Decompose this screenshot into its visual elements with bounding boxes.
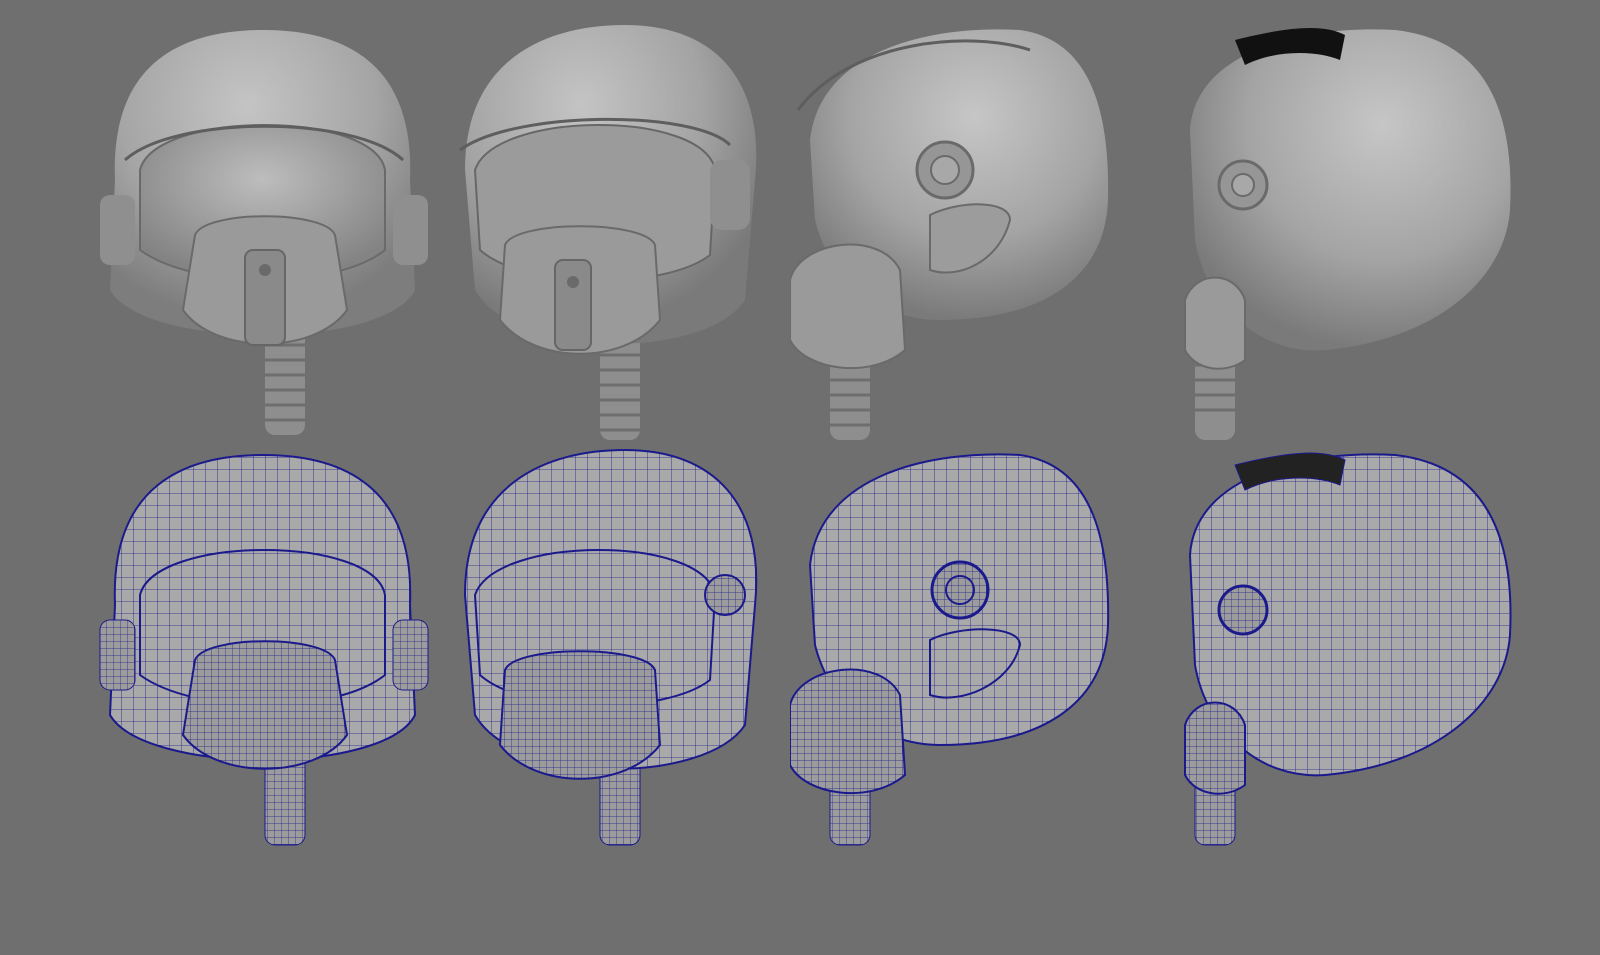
helmet-front-shaded — [85, 20, 445, 440]
left-ear-cup — [100, 195, 135, 265]
helmet-side-shaded — [790, 20, 1150, 440]
render-sheet — [0, 0, 1600, 955]
ear-cup — [710, 160, 750, 230]
wireframe-render-row — [0, 445, 1600, 865]
shaded-render-row — [0, 20, 1600, 440]
oxygen-mask — [498, 650, 662, 780]
oxygen-mask — [1184, 276, 1246, 370]
helmet-three-quarter-shaded — [455, 20, 815, 440]
oxygen-mask — [790, 668, 907, 795]
helmet-rear-three-quarter-wireframe — [1175, 445, 1535, 865]
oxygen-mask — [790, 243, 907, 370]
helmet-rear-three-quarter-shaded — [1175, 20, 1535, 440]
oxygen-mask — [181, 640, 349, 770]
oxygen-mask — [1184, 701, 1246, 795]
right-ear-cup — [393, 195, 428, 265]
helmet-front-wireframe — [85, 445, 445, 865]
helmet-three-quarter-wireframe — [455, 445, 815, 865]
helmet-side-wireframe — [790, 445, 1150, 865]
